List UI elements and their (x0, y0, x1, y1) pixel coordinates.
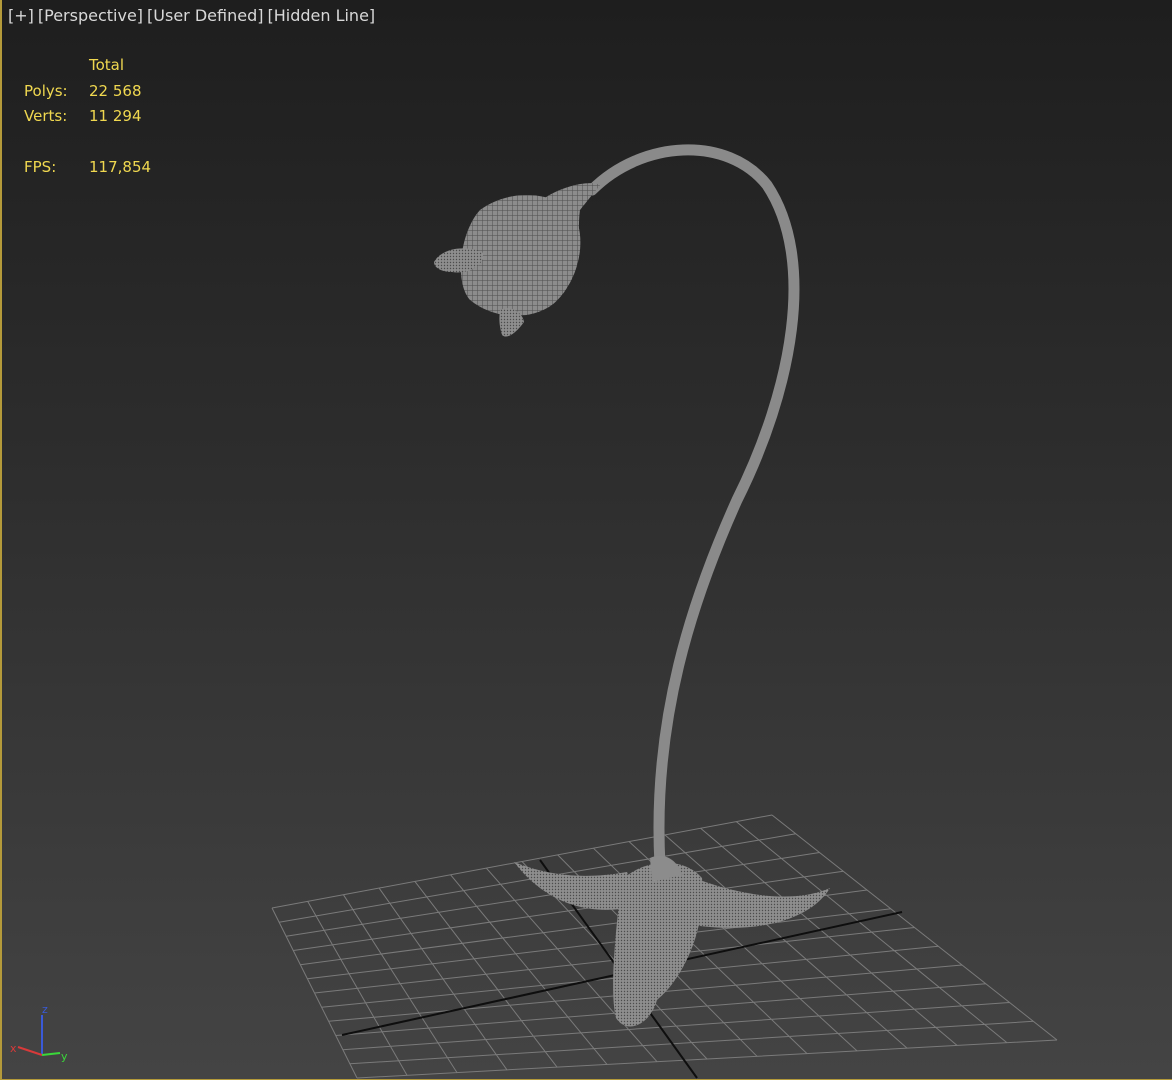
gizmo-z-label: z (42, 1003, 48, 1016)
gizmo-y-axis (41, 1052, 61, 1056)
gizmo-x-axis (17, 1046, 43, 1056)
gizmo-y-label: y (61, 1050, 68, 1063)
perspective-viewport[interactable]: [+] [Perspective] [User Defined] [Hidden… (0, 0, 1172, 1080)
gizmo-x-label: x (10, 1042, 17, 1055)
axis-gizmo-icon: z x y (10, 1003, 68, 1063)
